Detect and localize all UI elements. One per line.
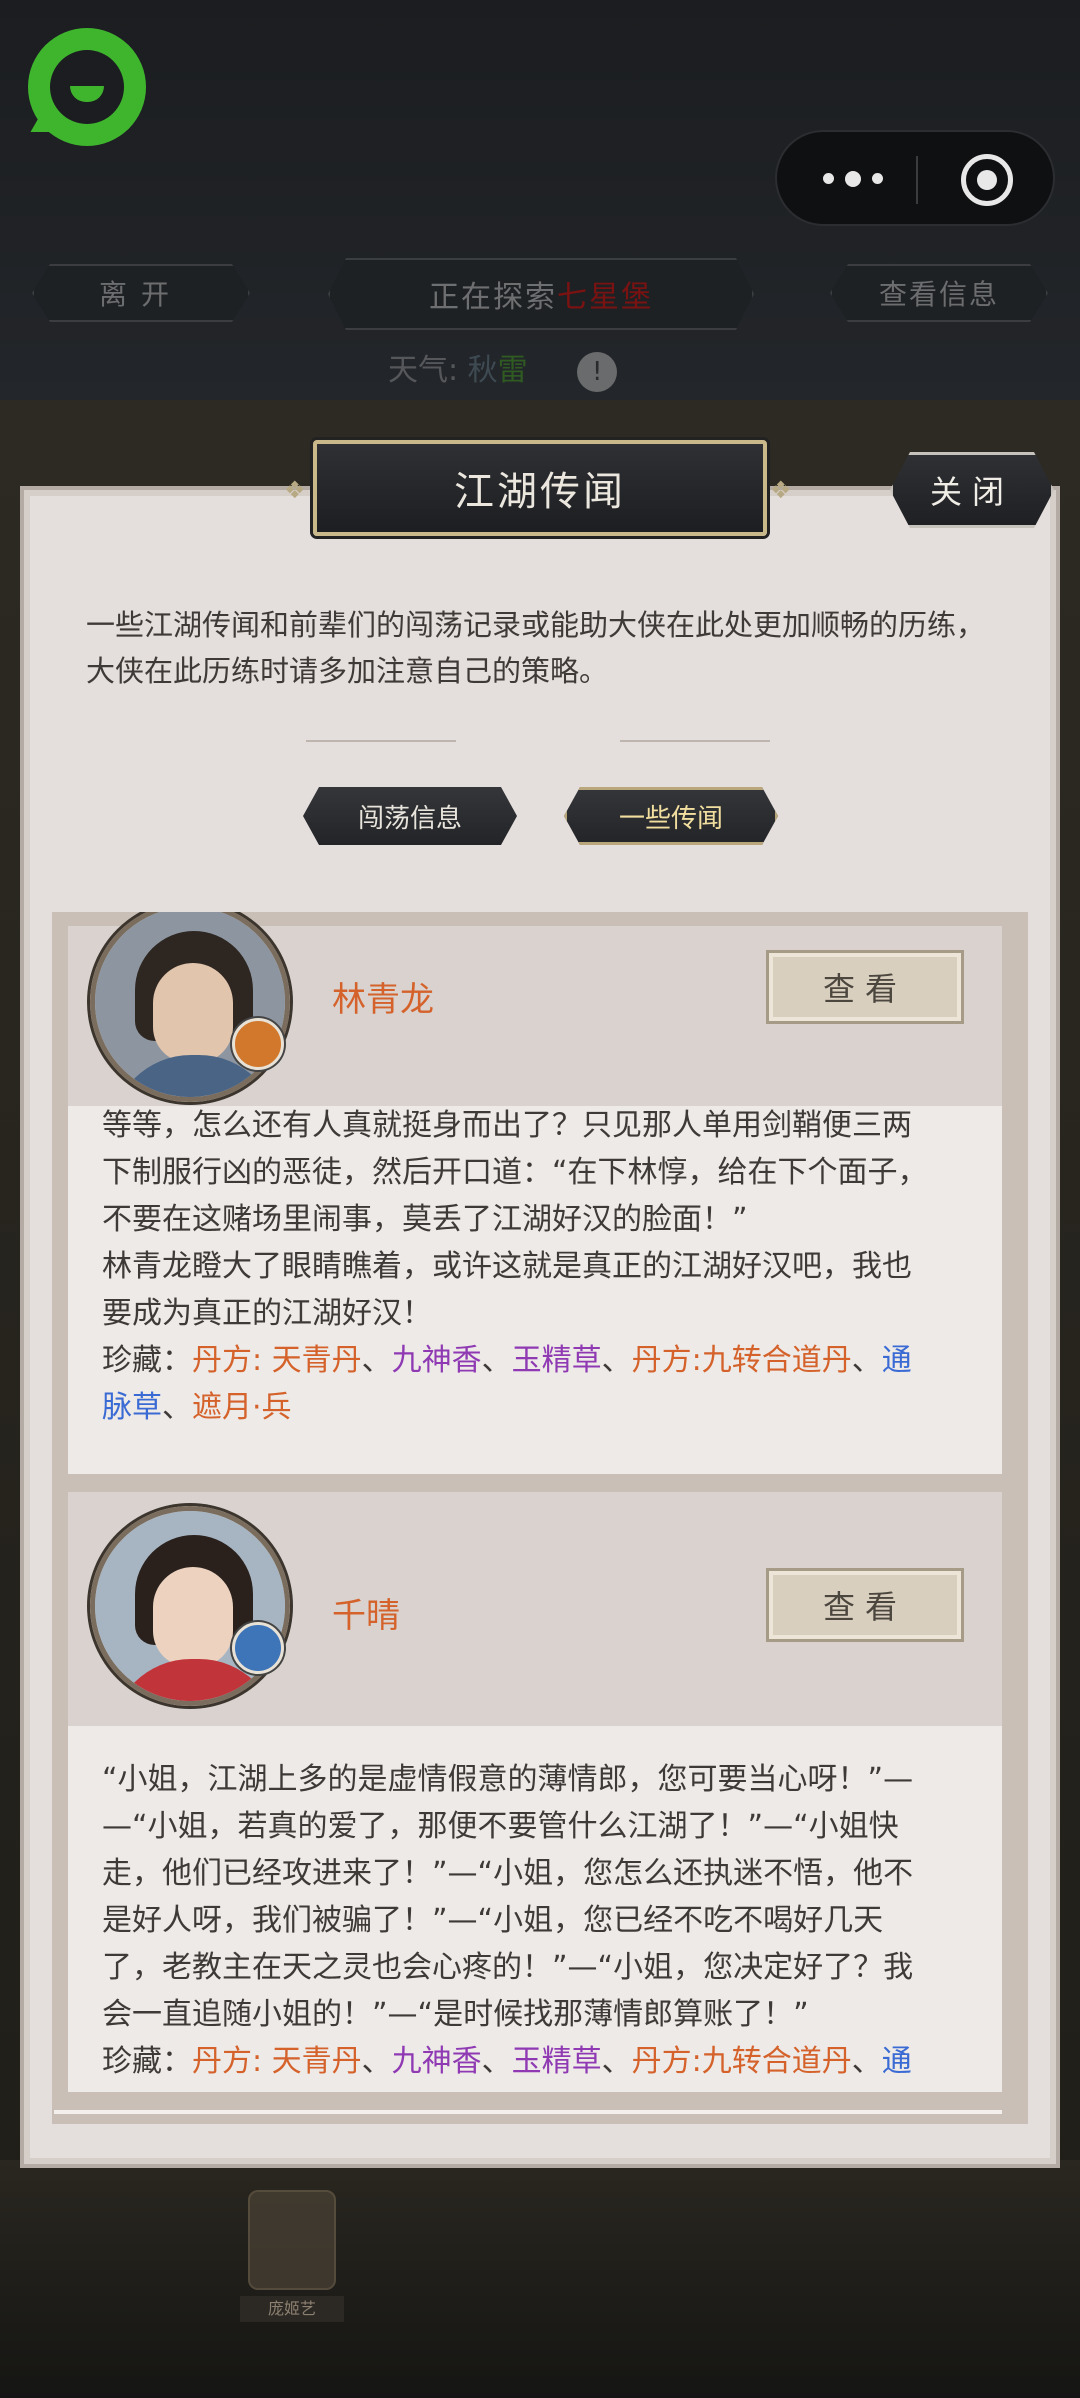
- chat-bubble-logo-icon: [28, 28, 146, 146]
- exclamation-circle-icon[interactable]: !: [577, 351, 618, 392]
- divider-left: [306, 740, 456, 742]
- list-item: 林青龙 查看 等等，怎么还有人真就挺身而出了？只见那人单用剑鞘便三两 下制服行凶…: [68, 912, 1002, 1474]
- treasure-item[interactable]: 九神香: [392, 1343, 482, 1378]
- treasure-item[interactable]: 遮月·兵: [192, 1390, 292, 1425]
- treasure-separator: 、: [162, 1390, 192, 1425]
- npc-avatar[interactable]: [248, 2190, 336, 2290]
- top-bar: 离开 正在探索 七星堡 查看信息 天气: 秋雷 !: [0, 0, 1080, 400]
- view-info-button[interactable]: 查看信息: [830, 264, 1048, 322]
- element-badge-icon: [232, 1622, 284, 1674]
- treasure-line: 珍藏：丹方: 天青丹、九神香、玉精草、丹方:九转合道丹、通: [102, 1337, 968, 1384]
- treasure-item[interactable]: 玉精草: [512, 2044, 602, 2079]
- more-dots-icon[interactable]: [817, 162, 897, 198]
- title-ornament-right-icon: ❖: [770, 476, 792, 504]
- treasure-item[interactable]: 丹方: 天青丹: [192, 1343, 362, 1378]
- treasure-separator: 、: [481, 1343, 512, 1378]
- character-name: 林青龙: [332, 980, 434, 1020]
- story-line: —“小姐，若真的爱了，那便不要管什么江湖了！”—“小姐快: [102, 1809, 899, 1844]
- story-line: 林青龙瞪大了眼睛瞧着，或许这就是真正的江湖好汉吧，我也: [102, 1249, 912, 1284]
- npc-name-label: 庞姬艺: [240, 2296, 344, 2322]
- treasure-item[interactable]: 通: [882, 1343, 912, 1378]
- treasure-item[interactable]: 玉精草: [512, 1343, 602, 1378]
- treasure-line: 珍藏：丹方: 天青丹、九神香、玉精草、丹方:九转合道丹、通: [102, 2038, 968, 2085]
- treasure-label: 珍藏：: [102, 1343, 192, 1378]
- treasure-item[interactable]: 通: [882, 2044, 912, 2079]
- weather-indicator: 天气: 秋雷 !: [388, 345, 618, 392]
- weather-condition: 雷: [497, 353, 528, 388]
- treasure-item[interactable]: 丹方:九转合道丹: [632, 1343, 852, 1378]
- list-item: 千晴 查看 “小姐，江湖上多的是虚情假意的薄情郎，您可要当心呀！”— —“小姐，…: [68, 1492, 1002, 2092]
- view-button[interactable]: 查看: [766, 950, 964, 1024]
- treasure-separator: 、: [481, 2044, 512, 2079]
- weather-label: 天气:: [388, 353, 459, 388]
- treasure-item[interactable]: 丹方: 天青丹: [192, 2044, 362, 2079]
- card-story: 等等，怎么还有人真就挺身而出了？只见那人单用剑鞘便三两 下制服行凶的恶徒，然后开…: [68, 1108, 1002, 1431]
- divider-right: [620, 740, 770, 742]
- treasure-item[interactable]: 九神香: [392, 2044, 482, 2079]
- story-line: 不要在这赌场里闹事，莫丢了江湖好汉的脸面！”: [102, 1202, 748, 1237]
- game-scene-bottom: [0, 2160, 1080, 2398]
- story-line: 要成为真正的江湖好汉！: [102, 1296, 432, 1331]
- card-story: “小姐，江湖上多的是虚情假意的薄情郎，您可要当心呀！”— —“小姐，若真的爱了，…: [68, 1756, 1002, 2085]
- tab-rumors[interactable]: 一些传闻: [564, 787, 778, 845]
- avatar[interactable]: [90, 1506, 290, 1706]
- exploring-location-bar: 正在探索 七星堡: [328, 258, 754, 330]
- treasure-separator: 、: [361, 1343, 392, 1378]
- treasure-separator: 、: [851, 1343, 882, 1378]
- story-line: 下制服行凶的恶徒，然后开口道：“在下林惇，给在下个面子，: [102, 1155, 928, 1190]
- treasure-separator: 、: [601, 1343, 632, 1378]
- modal-intro-text: 一些江湖传闻和前辈们的闯荡记录或能助大侠在此处更加顺畅的历练，大侠在此历练时请多…: [86, 608, 986, 688]
- weather-season: 秋: [467, 353, 498, 388]
- avatar[interactable]: [90, 912, 290, 1102]
- treasure-line: 脉草、遮月·兵: [102, 1384, 968, 1431]
- treasure-item[interactable]: 脉草: [102, 1390, 162, 1425]
- list-bottom-divider: [54, 2110, 1002, 2114]
- leave-button[interactable]: 离开: [32, 264, 250, 322]
- element-badge-icon: [232, 1018, 284, 1070]
- story-line: 等等，怎么还有人真就挺身而出了？只见那人单用剑鞘便三两: [102, 1108, 912, 1143]
- treasure-separator: 、: [601, 2044, 632, 2079]
- story-line: “小姐，江湖上多的是虚情假意的薄情郎，您可要当心呀！”—: [102, 1762, 914, 1797]
- close-button[interactable]: 关闭: [890, 452, 1054, 528]
- tab-adventure-info[interactable]: 闯荡信息: [303, 787, 517, 845]
- rumor-list[interactable]: 林青龙 查看 等等，怎么还有人真就挺身而出了？只见那人单用剑鞘便三两 下制服行凶…: [52, 912, 1028, 2124]
- treasure-label: 珍藏：: [102, 2044, 192, 2079]
- treasure-separator: 、: [851, 2044, 882, 2079]
- story-line: 了，老教主在天之灵也会心疼的！”—“小姐，您决定好了？我: [102, 1950, 914, 1985]
- story-line: 走，他们已经攻进来了！”—“小姐，您怎么还执迷不悟，他不: [102, 1856, 914, 1891]
- view-button[interactable]: 查看: [766, 1568, 964, 1642]
- target-circle-icon[interactable]: [961, 154, 1013, 206]
- treasure-separator: 、: [361, 2044, 392, 2079]
- exploring-label: 正在探索: [429, 280, 557, 315]
- character-name: 千晴: [332, 1596, 400, 1636]
- exploring-place-name: 七星堡: [557, 280, 653, 315]
- story-line: 会一直追随小姐的！”—“是时候找那薄情郎算账了！”: [102, 1997, 809, 2032]
- modal-title: 江湖传闻: [313, 440, 767, 536]
- miniapp-capsule: [775, 130, 1055, 226]
- story-line: 是好人呀，我们被骗了！”—“小姐，您已经不吃不喝好几天: [102, 1903, 884, 1938]
- treasure-item[interactable]: 丹方:九转合道丹: [632, 2044, 852, 2079]
